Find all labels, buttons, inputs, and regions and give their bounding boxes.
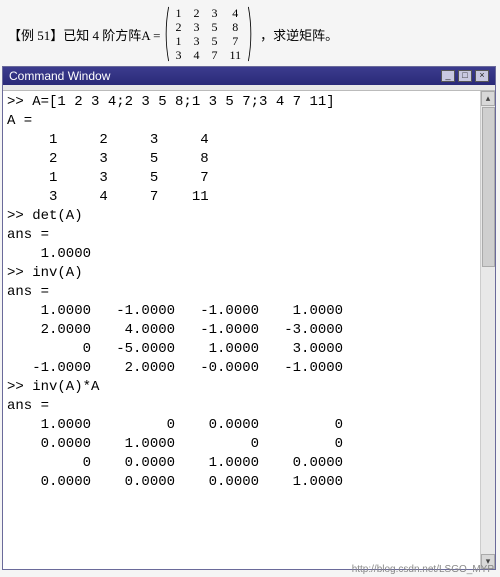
scroll-thumb[interactable] bbox=[482, 107, 495, 267]
matrix-table: 1234 2358 1357 34711 bbox=[170, 6, 248, 62]
problem-prefix: 【例 51】已知 4 阶方阵A = bbox=[8, 25, 161, 44]
command-window: Command Window _ □ × >> A=[1 2 3 4;2 3 5… bbox=[2, 66, 496, 570]
minimize-button[interactable]: _ bbox=[441, 70, 455, 82]
maximize-button[interactable]: □ bbox=[458, 70, 472, 82]
matrix-A: 1234 2358 1357 34711 bbox=[163, 6, 255, 62]
vertical-scrollbar[interactable]: ▴ ▾ bbox=[480, 91, 495, 569]
left-paren-icon bbox=[163, 6, 170, 62]
problem-suffix: ，求逆矩阵。 bbox=[260, 25, 338, 44]
titlebar[interactable]: Command Window _ □ × bbox=[3, 67, 495, 85]
problem-statement: 【例 51】已知 4 阶方阵A = 1234 2358 1357 34711 ，… bbox=[0, 0, 500, 66]
scroll-up-button[interactable]: ▴ bbox=[481, 91, 495, 106]
console-output[interactable]: >> A=[1 2 3 4;2 3 5 8;1 3 5 7;3 4 7 11] … bbox=[3, 91, 480, 569]
right-paren-icon bbox=[247, 6, 254, 62]
watermark: http://blog.csdn.net/LSGO_MYP bbox=[352, 564, 494, 575]
close-button[interactable]: × bbox=[475, 70, 489, 82]
window-title: Command Window bbox=[9, 69, 110, 83]
